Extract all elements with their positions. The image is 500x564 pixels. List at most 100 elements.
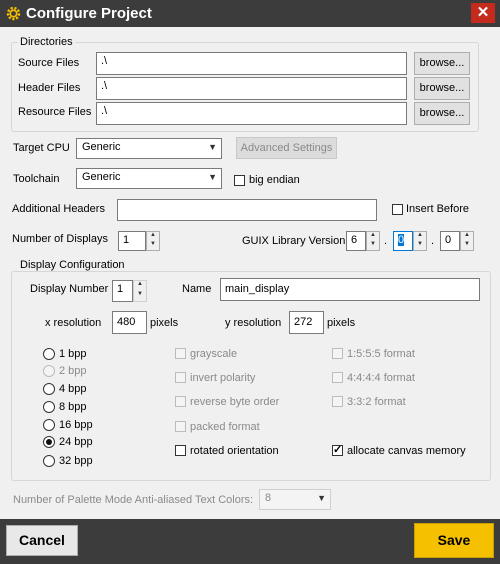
display-configuration-label: Display Configuration [18,259,127,271]
close-button[interactable]: ✕ [471,3,495,23]
display-number-label: Display Number [30,283,109,295]
header-files-label: Header Files [18,82,81,94]
spin-up-icon[interactable]: ▲ [414,232,426,241]
spin-up-icon[interactable]: ▲ [147,232,159,241]
source-files-browse-button[interactable]: browse... [414,52,470,75]
number-of-displays-input[interactable]: 1 [118,231,146,251]
format-1555-checkbox[interactable] [332,348,343,359]
spin-up-icon[interactable]: ▲ [134,281,146,291]
guix-minor-input[interactable]: 0 [393,231,413,251]
big-endian-checkbox[interactable] [234,175,245,186]
y-resolution-label: y resolution [225,317,282,329]
format-332-label: 3:3:2 format [347,396,406,408]
spin-down-icon[interactable]: ▼ [134,291,146,301]
grayscale-label: grayscale [190,348,238,360]
target-cpu-select[interactable]: Generic ▼ [76,138,222,159]
palette-colors-label: Number of Palette Mode Anti-aliased Text… [13,494,254,506]
invert-polarity-label: invert polarity [190,372,256,384]
format-332-checkbox[interactable] [332,396,343,407]
x-pixels-label: pixels [150,317,179,329]
spin-up-icon[interactable]: ▲ [461,232,473,241]
insert-before-checkbox[interactable] [392,204,403,215]
x-resolution-input[interactable]: 480 [112,311,147,334]
bpp-8-label: 8 bpp [59,401,87,413]
palette-colors-select[interactable]: 8 ▼ [259,489,331,510]
target-cpu-label: Target CPU [13,142,70,154]
grayscale-checkbox[interactable] [175,348,186,359]
big-endian-label: big endian [249,174,300,186]
number-of-displays-spinner[interactable]: ▲ ▼ [146,231,160,251]
reverse-byte-order-label: reverse byte order [190,396,280,408]
additional-headers-input[interactable] [117,199,377,221]
toolchain-label: Toolchain [13,173,60,185]
bpp-32-radio[interactable] [43,455,55,467]
number-of-displays-label: Number of Displays [12,233,108,245]
format-1555-label: 1:5:5:5 format [347,348,415,360]
spin-down-icon[interactable]: ▼ [147,241,159,250]
bpp-16-radio[interactable] [43,419,55,431]
bpp-8-radio[interactable] [43,401,55,413]
spin-down-icon[interactable]: ▼ [367,241,379,250]
header-files-input[interactable]: .\ [96,77,407,100]
chevron-down-icon: ▼ [317,493,326,503]
bpp-2-radio[interactable] [43,365,55,377]
window-title: Configure Project [26,5,152,22]
allocate-canvas-memory-checkbox[interactable] [332,443,343,456]
rotated-orientation-checkbox[interactable] [175,445,186,456]
version-separator: . [431,235,435,247]
resource-files-input[interactable]: .\ [96,102,407,125]
packed-format-checkbox[interactable] [175,421,186,432]
guix-patch-input[interactable]: 0 [440,231,460,251]
toolchain-value: Generic [82,171,121,183]
name-label: Name [182,283,212,295]
y-pixels-label: pixels [327,317,356,329]
bpp-24-label: 24 bpp [59,436,93,448]
guix-version-label: GUIX Library Version [242,235,346,247]
display-number-spinner[interactable]: ▲ ▼ [133,280,147,302]
bpp-4-label: 4 bpp [59,383,87,395]
source-files-input[interactable]: .\ [96,52,407,75]
gear-icon [6,6,21,21]
bpp-4-radio[interactable] [43,383,55,395]
resource-files-browse-button[interactable]: browse... [414,102,470,125]
guix-major-input[interactable]: 6 [346,231,366,251]
configure-project-dialog: Configure Project ✕ Directories Source F… [0,0,500,564]
bpp-2-label: 2 bpp [59,365,87,377]
bpp-1-radio[interactable] [43,348,55,360]
chevron-down-icon: ▼ [208,172,217,182]
x-resolution-label: x resolution [45,317,102,329]
reverse-byte-order-checkbox[interactable] [175,396,186,407]
bpp-16-label: 16 bpp [59,419,93,431]
guix-minor-spinner[interactable]: ▲ ▼ [413,231,427,251]
resource-files-label: Resource Files [18,106,92,118]
header-files-browse-button[interactable]: browse... [414,77,470,100]
cancel-button[interactable]: Cancel [6,525,78,556]
directories-group-label: Directories [18,36,75,48]
guix-patch-spinner[interactable]: ▲ ▼ [460,231,474,251]
save-button[interactable]: Save [414,523,494,558]
guix-major-spinner[interactable]: ▲ ▼ [366,231,380,251]
palette-colors-value: 8 [265,492,272,504]
target-cpu-value: Generic [82,141,121,153]
guix-minor-value: 0 [398,234,405,246]
y-resolution-input[interactable]: 272 [289,311,324,334]
advanced-settings-button[interactable]: Advanced Settings [236,137,337,159]
display-number-input[interactable]: 1 [112,280,133,302]
spin-down-icon[interactable]: ▼ [414,241,426,250]
additional-headers-label: Additional Headers [12,203,105,215]
version-separator: . [384,235,388,247]
bpp-1-label: 1 bpp [59,348,87,360]
format-4444-checkbox[interactable] [332,372,343,383]
format-4444-label: 4:4:4:4 format [347,372,415,384]
bpp-24-radio[interactable] [43,436,55,448]
toolchain-select[interactable]: Generic ▼ [76,168,222,189]
title-bar[interactable]: Configure Project ✕ [0,0,500,27]
spin-up-icon[interactable]: ▲ [367,232,379,241]
allocate-canvas-memory-label: allocate canvas memory [347,445,466,457]
display-name-input[interactable]: main_display [220,278,480,301]
packed-format-label: packed format [190,421,260,433]
invert-polarity-checkbox[interactable] [175,372,186,383]
insert-before-label: Insert Before [406,203,469,215]
rotated-orientation-label: rotated orientation [190,445,279,457]
spin-down-icon[interactable]: ▼ [461,241,473,250]
